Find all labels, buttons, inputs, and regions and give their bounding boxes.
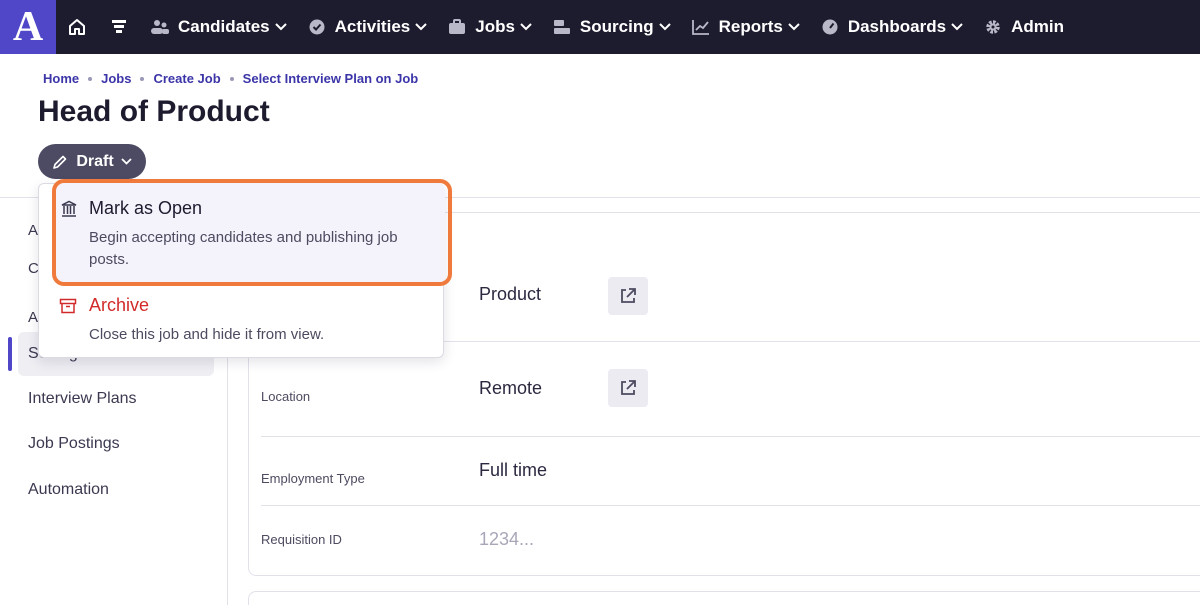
chevron-down-icon [658,23,671,31]
nav-candidates[interactable]: Candidates [140,0,297,54]
top-navigation: A Candidates Activities Jobs Sourcing Re… [0,0,1200,54]
chart-line-icon [691,17,711,37]
breadcrumb-separator [140,76,145,81]
chevron-down-icon [951,23,963,31]
home-icon[interactable] [56,0,98,54]
location-value: Remote [479,378,543,398]
chevron-down-icon [121,158,132,165]
nav-activities[interactable]: Activities [297,0,438,54]
secondary-card [248,591,1200,605]
nav-label: Jobs [475,17,515,36]
requisition-id-value[interactable]: 1234... [479,529,534,550]
department-value: Product [479,284,542,304]
chevron-down-icon [788,23,800,31]
row-divider [261,505,1200,506]
nav-label: Dashboards [847,17,947,36]
breadcrumb-separator [88,76,93,81]
sidebar-partial-label: A [28,309,39,326]
breadcrumb-home[interactable]: Home [43,71,79,86]
sidebar-item-job-postings[interactable]: Job Postings [28,435,120,453]
archive-title: Archive [89,295,150,315]
breadcrumb: Home Jobs Create Job Select Interview Pl… [43,71,418,86]
nav-admin[interactable]: Admin [973,0,1074,54]
chevron-down-icon [520,23,532,31]
status-label: Draft [76,152,114,170]
logo-letter: A [12,4,44,50]
breadcrumb-interview-plan[interactable]: Select Interview Plan on Job [243,71,419,86]
app-logo[interactable]: A [0,0,56,54]
employment-type-value: Full time [479,460,548,480]
sidebar-active-indicator [8,337,12,371]
external-link-icon[interactable] [608,369,648,407]
row-divider [261,436,1200,437]
requisition-id-label: Requisition ID [261,532,342,547]
building-columns-icon [60,200,78,218]
mark-open-description: Begin accepting candidates and publishin… [89,229,398,268]
sidebar-item-interview-plans[interactable]: Interview Plans [28,390,137,408]
nav-sourcing[interactable]: Sourcing [542,0,681,54]
nav-reports[interactable]: Reports [681,0,810,54]
nav-label: Admin [1011,17,1064,36]
sidebar-partial-label: A [28,222,39,239]
nav-label: Sourcing [579,17,654,36]
breadcrumb-separator [229,76,234,81]
briefcase-icon [447,17,467,37]
mark-open-title: Mark as Open [89,198,203,218]
archive-description: Close this job and hide it from view. [89,326,325,343]
nav-jobs[interactable]: Jobs [437,0,542,54]
check-circle-icon [307,17,327,37]
funnel-icon[interactable] [98,0,140,54]
nav-dashboards[interactable]: Dashboards [810,0,973,54]
chevron-down-icon [274,23,287,31]
nav-label: Activities [334,17,411,36]
external-link-icon[interactable] [608,277,648,315]
chevron-down-icon [415,23,427,31]
breadcrumb-jobs[interactable]: Jobs [101,71,131,86]
breadcrumb-create-job[interactable]: Create Job [153,71,220,86]
status-dropdown-button[interactable]: Draft [38,144,146,179]
gear-icon [983,17,1003,37]
nav-label: Reports [718,17,783,36]
nav-label: Candidates [178,17,270,36]
location-label: Location [261,389,311,404]
sidebar-item-automation[interactable]: Automation [28,481,109,499]
gauge-icon [820,17,840,37]
employment-type-label: Employment Type [261,471,365,486]
pencil-icon [52,154,68,170]
archive-box-icon [59,297,77,315]
sourcing-icon [552,17,572,37]
people-icon [150,17,170,37]
page-title: Head of Product [38,95,270,128]
